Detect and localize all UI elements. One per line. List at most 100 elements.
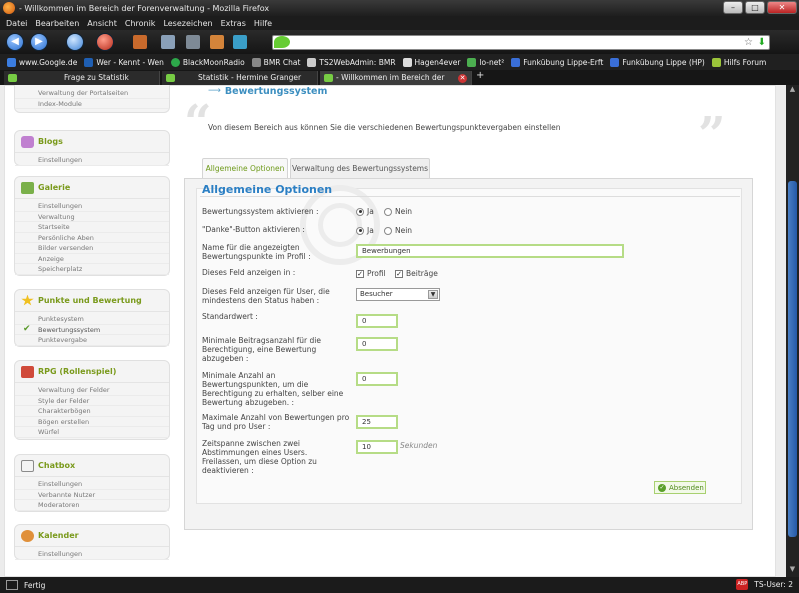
tab-verwaltung-bewertungssystem[interactable]: Verwaltung des Bewertungssystems — [290, 158, 430, 178]
tab-frage-statistik[interactable]: Frage zu Statistik — [4, 71, 160, 85]
sidebar-item[interactable]: Persönliche Aben — [15, 233, 169, 243]
sidebar-item[interactable]: Verwaltung — [15, 212, 169, 222]
bookmark-item[interactable]: TS2WebAdmin: BMR — [307, 57, 396, 67]
star-icon — [21, 294, 34, 306]
ts-icon — [307, 57, 317, 67]
sidebar-item[interactable]: Einstellungen — [15, 155, 169, 166]
tab-allgemeine-optionen[interactable]: Allgemeine Optionen — [202, 158, 288, 178]
min-status-select[interactable]: Besucher ▼ — [356, 288, 440, 301]
home-icon[interactable] — [133, 35, 147, 49]
ts-user-count: TS-User: 2 — [754, 580, 793, 589]
danke-no-radio[interactable]: Nein — [384, 226, 412, 235]
scrollbar-thumb[interactable] — [788, 181, 797, 537]
bookmark-item[interactable]: Funkübung Lippe-Erft — [511, 57, 603, 67]
activate-no-radio[interactable]: Nein — [384, 207, 412, 216]
radio-icon — [170, 57, 180, 67]
sidebar-heading: Punkte und Bewertung — [38, 296, 142, 305]
page-title: ⟶ Bewertungssystem — [208, 85, 328, 97]
sidebar-item[interactable]: Verbannte Nutzer — [15, 490, 169, 500]
sidebar-item[interactable]: Einstellungen — [15, 549, 169, 560]
forward-button[interactable]: ▶ — [30, 33, 48, 51]
scroll-up-icon[interactable]: ▲ — [786, 85, 799, 97]
sidebar-item[interactable]: Bögen erstellen — [15, 417, 169, 427]
sidebar-item[interactable]: Einstellungen — [15, 479, 169, 490]
tab-statistik-hermine[interactable]: Statistik - Hermine Granger — [162, 71, 318, 85]
sidebar-item[interactable]: Startseite — [15, 222, 169, 233]
check-circle-icon: ✓ — [658, 483, 666, 492]
sidebar-item[interactable]: Charakterbögen — [15, 406, 169, 417]
save-icon[interactable] — [161, 35, 175, 49]
vertical-scrollbar[interactable]: ▲ ▼ — [786, 85, 799, 577]
show-in-profil-checkbox[interactable]: ✓ Profil — [356, 269, 386, 278]
field-label: Minimale Anzahl an Bewertungspunkten, um… — [202, 371, 344, 407]
maximize-button[interactable]: □ — [745, 1, 765, 14]
bookmark-item[interactable]: www.Google.de — [7, 57, 77, 67]
adblock-icon[interactable]: ABP — [736, 579, 749, 590]
scroll-down-icon[interactable]: ▼ — [786, 565, 799, 577]
window-title: - Willkommen im Bereich der Forenverwalt… — [19, 3, 270, 13]
bookmark-item[interactable]: Funkübung Lippe (HP) — [610, 57, 705, 67]
sidebar-item[interactable]: Würfel — [15, 427, 169, 438]
menu-ansicht[interactable]: Ansicht — [87, 19, 117, 28]
panel-title: Allgemeine Optionen — [202, 183, 333, 196]
sidebar-item[interactable]: Bilder versenden — [15, 243, 169, 254]
sidebar-item[interactable]: Moderatoren — [15, 500, 169, 511]
sidebar-item[interactable]: Punktesystem — [15, 314, 169, 325]
chevron-down-icon: ▼ — [428, 290, 438, 299]
firefox-logo-icon — [3, 2, 15, 14]
min-points-input[interactable]: 0 — [356, 372, 398, 386]
menu-bearbeiten[interactable]: Bearbeiten — [35, 19, 79, 28]
sidebar-item[interactable]: Anzeige — [15, 254, 169, 264]
sidebar-heading: Blogs — [38, 137, 63, 146]
menu-lesezeichen[interactable]: Lesezeichen — [163, 19, 212, 28]
reload-icon[interactable] — [66, 33, 84, 51]
activate-yes-radio[interactable]: Ja — [356, 207, 374, 216]
sidebar-item[interactable]: Verwaltung der Felder — [15, 385, 169, 396]
bookmark-item[interactable]: Wer - Kennt - Wen — [84, 57, 164, 67]
bookmark-item[interactable]: lo-net² — [467, 57, 504, 67]
sidebar-item[interactable]: Style der Felder — [15, 396, 169, 406]
url-input[interactable]: ☆ ⬇ — [272, 35, 770, 50]
sidebar-item[interactable]: Einstellungen — [15, 201, 169, 212]
sidebar-heading: Kalender — [38, 531, 79, 540]
sidebar-item[interactable]: Index-Module — [15, 99, 169, 109]
sidebar-item[interactable]: Punktevergabe — [15, 335, 169, 346]
timespan-input[interactable]: 10 — [356, 440, 398, 454]
download-icon[interactable]: ⬇ — [758, 37, 766, 48]
bookmark-star-icon[interactable]: ☆ — [744, 37, 753, 48]
close-window-button[interactable]: ✕ — [767, 1, 797, 14]
tools-icon[interactable] — [233, 35, 247, 49]
new-tab-button[interactable]: + — [476, 70, 484, 81]
bookmark-item[interactable]: Hagen4ever — [402, 57, 460, 67]
danke-yes-radio[interactable]: Ja — [356, 226, 374, 235]
submit-button[interactable]: ✓ Absenden — [654, 481, 706, 494]
addon-icon[interactable] — [210, 35, 224, 49]
minimize-button[interactable]: – — [723, 1, 743, 14]
field-label: Dieses Feld anzeigen in : — [202, 268, 296, 277]
sidebar-item[interactable]: Speicherplatz — [15, 264, 169, 275]
default-value-input[interactable]: 0 — [356, 314, 398, 328]
min-posts-input[interactable]: 0 — [356, 337, 398, 351]
show-in-beitraege-checkbox[interactable]: ✓ Beiträge — [395, 269, 438, 278]
field-label: Zeitspanne zwischen zwei Abstimmungen ei… — [202, 439, 317, 475]
window-titlebar: - Willkommen im Bereich der Forenverwalt… — [0, 0, 799, 16]
site-identity-icon[interactable] — [274, 36, 290, 48]
tab-close-icon[interactable]: ✕ — [458, 74, 467, 83]
tab-favicon-icon — [8, 74, 17, 82]
menu-extras[interactable]: Extras — [221, 19, 246, 28]
print-icon[interactable] — [186, 35, 200, 49]
back-button[interactable]: ◀ — [6, 33, 24, 51]
sidebar-item[interactable]: Verwaltung der Portalseiten — [15, 88, 169, 99]
rating-name-input[interactable]: Bewerbungen — [356, 244, 624, 258]
tab-forenverwaltung[interactable]: - Willkommen im Bereich der Forenver...✕ — [320, 71, 472, 96]
sidebar-item-bewertungssystem[interactable]: ✔ Bewertungssystem — [15, 324, 169, 335]
field-label: Maximale Anzahl von Bewertungen pro Tag … — [202, 413, 350, 431]
bookmark-item[interactable]: Hilfs Forum — [711, 57, 766, 67]
bookmark-item[interactable]: BlackMoonRadio — [170, 57, 245, 67]
stop-icon[interactable] — [96, 33, 114, 51]
bookmark-item[interactable]: BMR Chat — [251, 57, 300, 67]
menu-datei[interactable]: Datei — [6, 19, 27, 28]
menu-hilfe[interactable]: Hilfe — [254, 19, 272, 28]
max-per-day-input[interactable]: 25 — [356, 415, 398, 429]
menu-chronik[interactable]: Chronik — [125, 19, 156, 28]
